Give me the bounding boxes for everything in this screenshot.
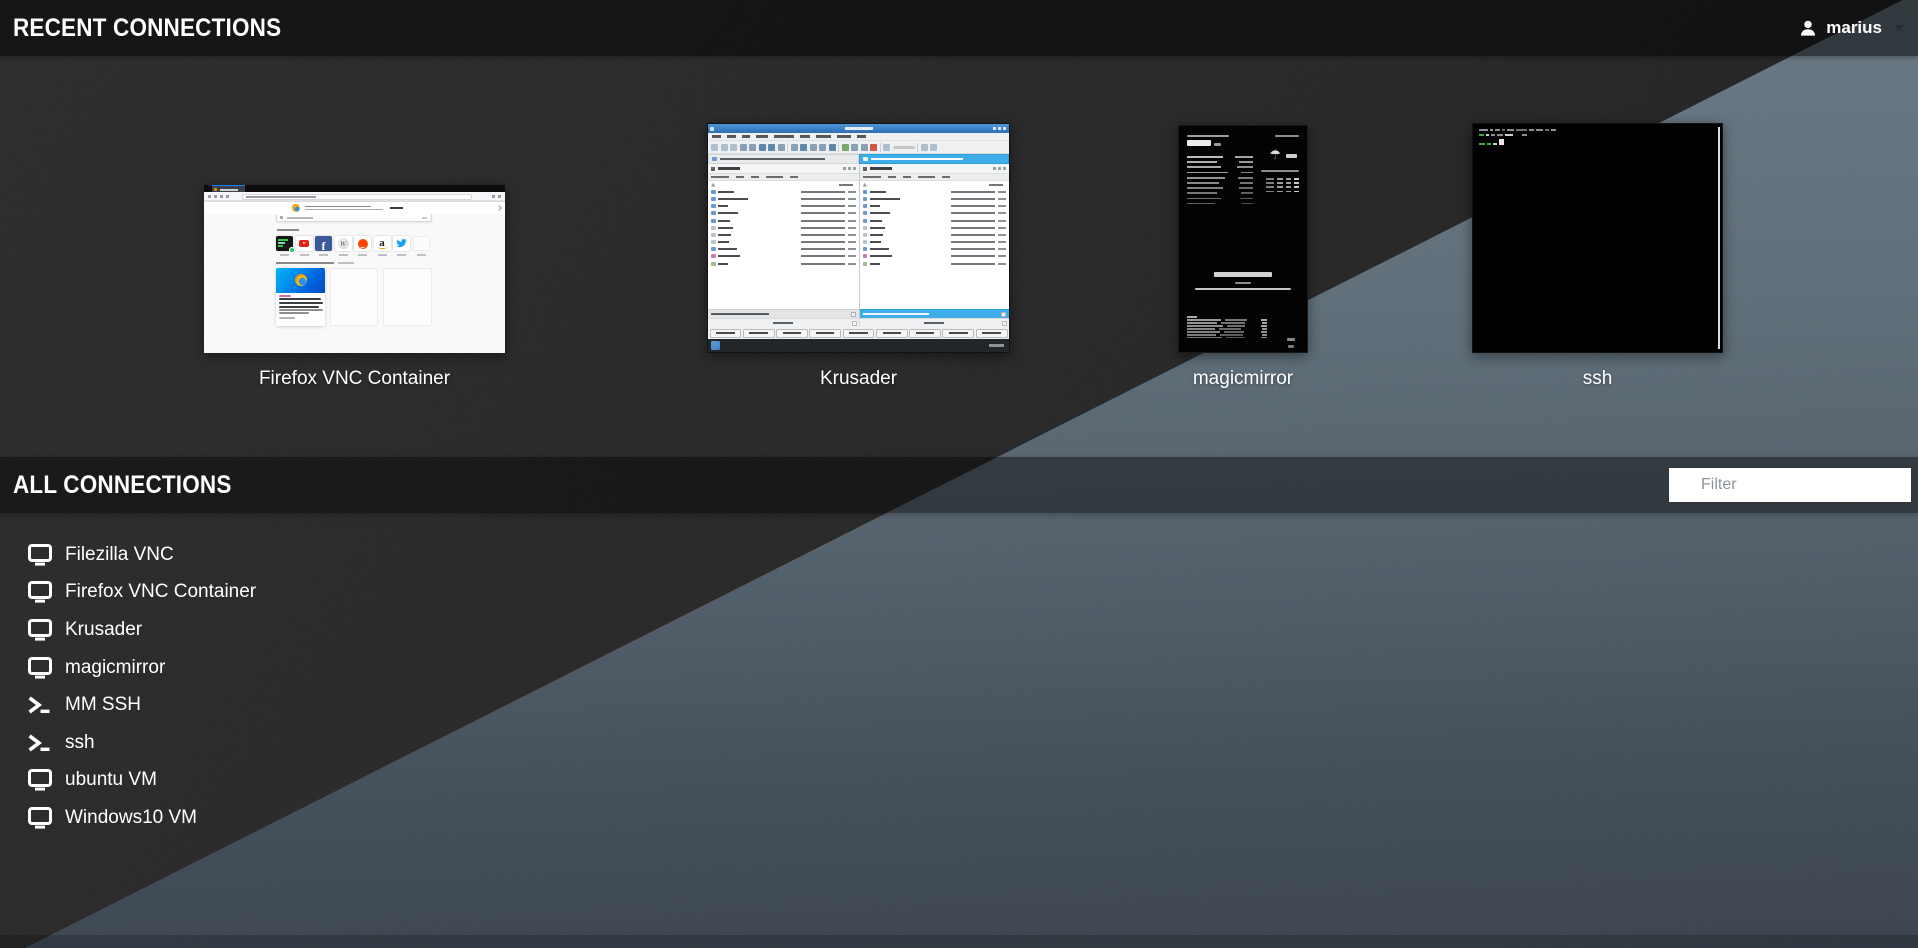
firefox-vnc-thumbnail: f a [204,185,505,353]
page-title: RECENT CONNECTIONS [13,14,281,43]
background-bottom-band [0,935,1918,948]
left-file-panel [708,164,859,318]
recent-connection-firefox-vnc-container[interactable]: f a [204,185,505,392]
empty-site-tile [413,236,430,251]
connection-list-item[interactable]: Krusader [28,611,256,649]
toolbar [708,141,1009,154]
reddit-icon [354,236,371,251]
terminal-icon [28,695,52,715]
pocket-recommendations-label [276,262,432,264]
all-connections-bar: ALL CONNECTIONS [0,457,1918,513]
browser-toolbar [204,192,505,201]
chevron-down-icon [1894,25,1904,31]
terminal-text-line [1479,134,1527,136]
monitor-icon [28,807,52,829]
recent-connection-name: Krusader [820,366,897,392]
filter-box [1668,467,1912,503]
connection-name: Filezilla VNC [65,544,174,566]
wikipedia-icon [335,236,352,251]
recent-connection-krusader[interactable]: Krusader [707,123,1010,392]
menu-bar [708,133,1009,141]
right-file-panel [859,164,1010,318]
terminal-site-tile [276,236,293,251]
browser-newtab-page: f a [204,201,505,353]
terminal-prompt-line [1479,139,1504,145]
connection-list-item[interactable]: ssh [28,724,256,762]
recent-connection-ssh[interactable]: ssh [1472,123,1723,392]
filter-input[interactable] [1669,468,1911,502]
connection-list-item[interactable]: magicmirror [28,649,256,687]
connection-name: ssh [65,732,95,754]
connection-name: magicmirror [65,657,165,679]
browser-tab-bar [204,185,505,192]
weather-forecast-table [1241,178,1299,195]
monitor-icon [28,544,52,566]
compliment-text [1179,272,1307,290]
firefox-logo-icon [292,204,300,212]
window-title-bar [708,124,1009,133]
twitter-icon [393,236,410,251]
user-icon [1799,19,1817,37]
owner-status-row [708,318,1009,327]
terminal-scrollbar [1718,127,1720,349]
connection-name: Windows10 VM [65,807,197,829]
left-panel-path-bar [708,154,859,164]
terminal-text-line [1479,129,1556,131]
recent-connection-name: magicmirror [1193,366,1293,392]
ssh-terminal-thumbnail [1472,123,1723,353]
newtab-search-bar [276,213,432,222]
connection-name: Krusader [65,619,142,641]
terminal-icon [28,733,52,753]
all-connections-title: ALL CONNECTIONS [13,471,232,500]
monitor-icon [28,657,52,679]
connection-list-item[interactable]: Windows10 VM [28,799,256,837]
function-key-buttons [708,327,1009,339]
recent-connection-magicmirror[interactable]: ☂ [1178,125,1308,392]
connection-list-item[interactable]: MM SSH [28,686,256,724]
recent-connection-name: Firefox VNC Container [259,366,450,392]
krusader-thumbnail [707,123,1010,353]
monitor-icon [28,581,52,603]
facebook-icon: f [315,236,332,251]
firefox-logo-icon [295,274,307,286]
youtube-icon [296,236,313,251]
connection-list: Filezilla VNC Firefox VNC Container [28,536,256,837]
connection-list-item[interactable]: Firefox VNC Container [28,574,256,612]
connection-list-item[interactable]: ubuntu VM [28,762,256,800]
weather-icon: ☂ [1269,148,1281,161]
connection-name: ubuntu VM [65,769,157,791]
right-panel-path-bar-active [859,154,1010,164]
news-table [1187,316,1267,340]
recent-connections-row: f a [204,122,1723,392]
monitor-icon [28,619,52,641]
cookie-banner [204,201,505,214]
monitor-icon [28,769,52,791]
username: marius [1826,18,1882,38]
pocket-cards [276,268,432,326]
connection-name: Firefox VNC Container [65,581,256,603]
user-menu[interactable]: marius [1799,18,1904,38]
connection-list-item[interactable]: Filezilla VNC [28,536,256,574]
desktop-taskbar [708,339,1009,352]
recent-connection-name: ssh [1583,366,1613,392]
amazon-icon: a [374,236,391,251]
connection-name: MM SSH [65,694,141,716]
app-header: RECENT CONNECTIONS marius [0,0,1918,56]
magicmirror-thumbnail: ☂ [1178,125,1308,353]
search-icon [280,216,283,219]
top-sites-tiles: f a [276,236,432,251]
